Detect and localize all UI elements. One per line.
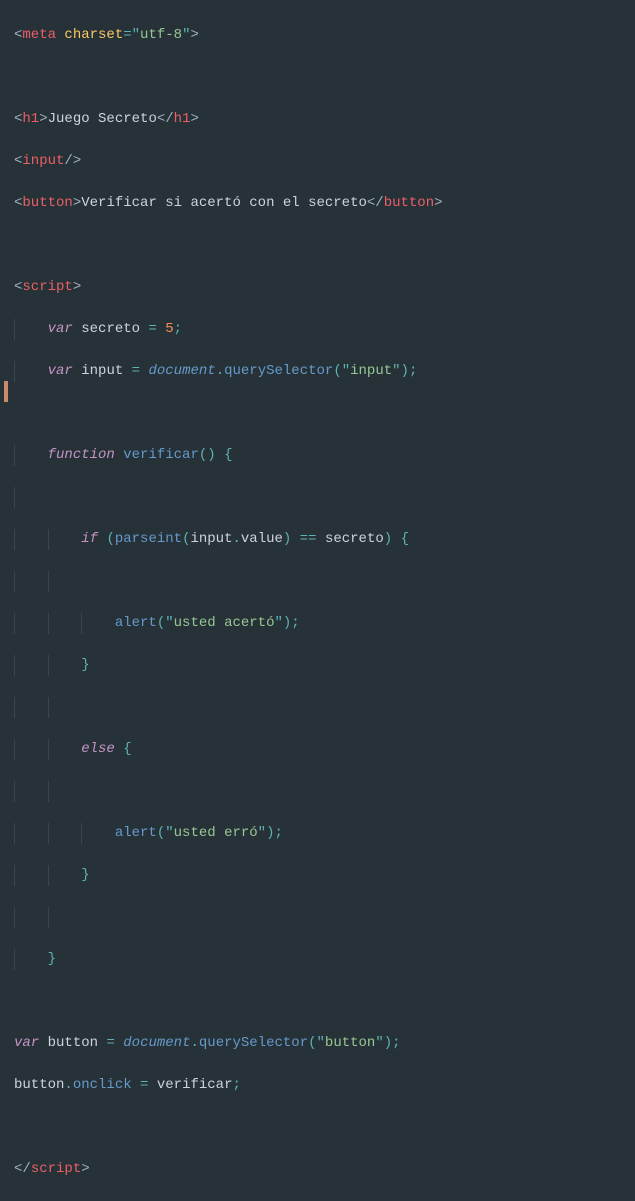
code-line[interactable]: var input = document.querySelector("inpu… (0, 361, 635, 382)
str-erro: usted erró (174, 825, 258, 841)
str-acerto: usted acertó (174, 615, 275, 631)
code-line[interactable]: </script> (0, 1159, 635, 1180)
fn-alert: alert (115, 615, 157, 631)
code-line[interactable]: } (0, 949, 635, 970)
code-line[interactable]: button.onclick = verificar; (0, 1075, 635, 1096)
kw-function: function (48, 447, 115, 463)
code-line[interactable]: alert("usted acertó"); (0, 613, 635, 634)
str-utf8: utf-8 (140, 27, 182, 43)
code-line[interactable]: <h1>Juego Secreto</h1> (0, 109, 635, 130)
caret-marker (4, 381, 8, 402)
kw-var: var (48, 321, 73, 337)
tag-h1: h1 (22, 111, 39, 127)
code-line[interactable]: function verificar() { (0, 445, 635, 466)
text-button: Verificar si acertó con el secreto (81, 195, 367, 211)
id-button: button (48, 1035, 98, 1051)
code-line[interactable]: <button>Verificar si acertó con el secre… (0, 193, 635, 214)
code-line[interactable]: } (0, 655, 635, 676)
code-line[interactable] (0, 235, 635, 256)
code-line[interactable]: <input/> (0, 151, 635, 172)
code-line[interactable] (0, 571, 635, 592)
fn-parseint: parseint (115, 531, 182, 547)
code-line[interactable]: } (0, 865, 635, 886)
kw-else: else (81, 741, 115, 757)
tag-button: button (22, 195, 72, 211)
num-five: 5 (165, 321, 173, 337)
code-line[interactable]: alert("usted erró"); (0, 823, 635, 844)
attr-charset: charset (64, 27, 123, 43)
fn-queryselector: querySelector (224, 363, 333, 379)
code-line[interactable] (0, 403, 635, 424)
fn-verificar: verificar (123, 447, 199, 463)
kw-if: if (81, 531, 98, 547)
code-editor[interactable]: <meta charset="utf-8"> <h1>Juego Secreto… (0, 0, 635, 1201)
id-secreto: secreto (81, 321, 140, 337)
code-line[interactable] (0, 781, 635, 802)
gutter (0, 0, 8, 606)
tag-script: script (22, 279, 72, 295)
id-input: input (81, 363, 123, 379)
code-line[interactable]: else { (0, 739, 635, 760)
code-line[interactable] (0, 67, 635, 88)
code-line[interactable] (0, 907, 635, 928)
code-line[interactable]: <meta charset="utf-8"> (0, 25, 635, 46)
obj-document: document (148, 363, 215, 379)
id-onclick: onclick (73, 1077, 132, 1093)
code-line[interactable] (0, 991, 635, 1012)
id-value: value (241, 531, 283, 547)
code-line[interactable]: if (parseint(input.value) == secreto) { (0, 529, 635, 550)
tag-input: input (22, 153, 64, 169)
tag-meta: meta (22, 27, 56, 43)
code-line[interactable]: var button = document.querySelector("but… (0, 1033, 635, 1054)
text-h1: Juego Secreto (48, 111, 157, 127)
code-line[interactable]: var secreto = 5; (0, 319, 635, 340)
code-line[interactable] (0, 697, 635, 718)
code-line[interactable] (0, 1117, 635, 1138)
code-line[interactable]: <script> (0, 277, 635, 298)
code-line[interactable] (0, 487, 635, 508)
